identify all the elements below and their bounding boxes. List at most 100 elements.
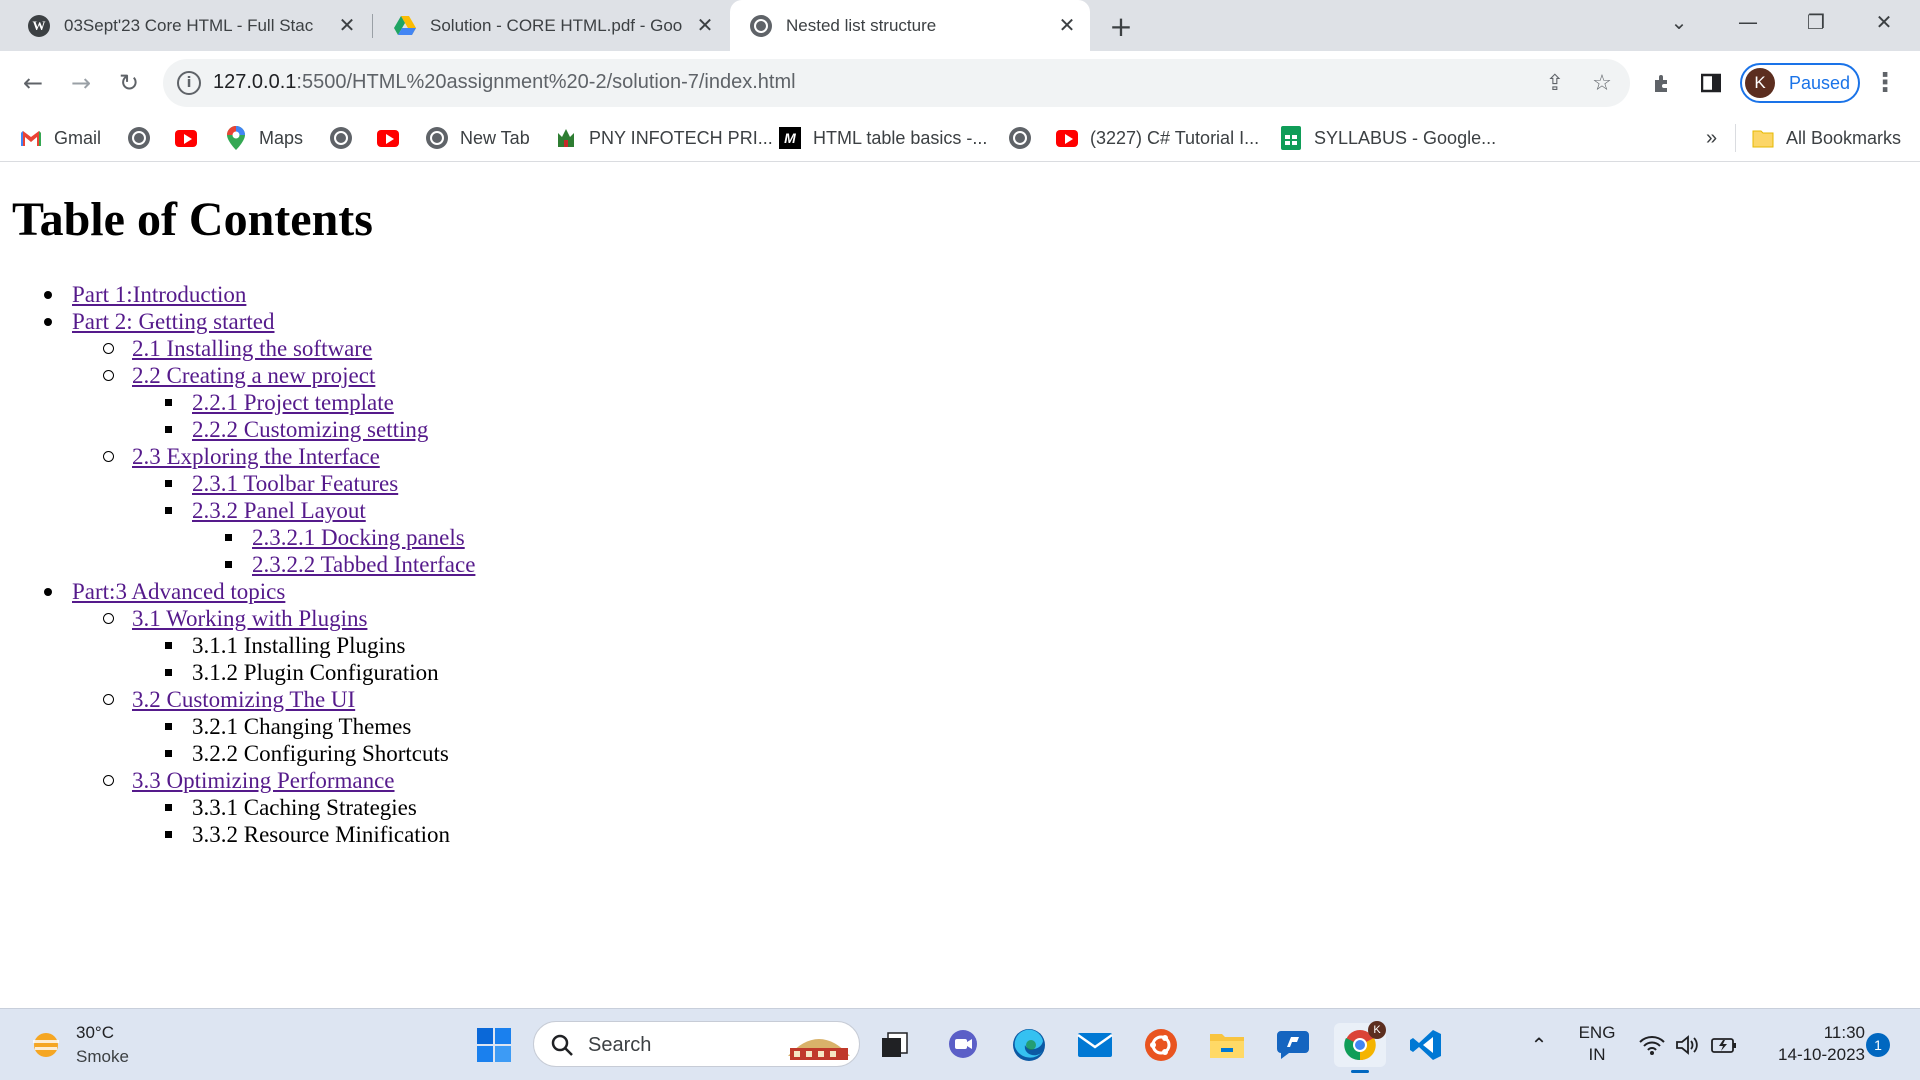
bookmark-star-icon[interactable]: ☆ xyxy=(1588,69,1616,97)
back-button[interactable]: ← xyxy=(14,64,52,102)
tab-search-button[interactable]: ⌄ xyxy=(1653,0,1705,44)
bookmark-globe-3[interactable] xyxy=(1009,124,1043,152)
bullet-marker xyxy=(158,713,178,740)
url-text[interactable]: 127.0.0.1:5500/HTML%20assignment%20-2/so… xyxy=(213,71,796,94)
bookmark-html-table-basics[interactable]: M HTML table basics -... xyxy=(779,124,987,152)
bookmark-label: Maps xyxy=(259,127,304,148)
bookmark-syllabus[interactable]: SYLLABUS - Google... xyxy=(1280,124,1496,152)
url-path: :5500/HTML%20assignment%20-2/solution-7/… xyxy=(296,71,796,93)
weather-condition[interactable]: Smoke xyxy=(76,1047,129,1067)
toc-link[interactable]: 2.3.2.1 Docking panels xyxy=(252,525,465,550)
chrome-icon[interactable]: K xyxy=(1334,1021,1386,1073)
page-content: Table of Contents Part 1:Introduction Par… xyxy=(0,163,1920,1008)
show-hidden-icons-chevron-up-icon[interactable]: ⌃ xyxy=(1517,1023,1561,1067)
toc-link[interactable]: 2.1 Installing the software xyxy=(132,336,372,361)
toc-link[interactable]: 2.3.2 Panel Layout xyxy=(192,498,366,523)
bookmark-youtube-1[interactable] xyxy=(175,124,209,152)
pny-icon xyxy=(555,127,577,149)
toc-link[interactable]: 2.3.1 Toolbar Features xyxy=(192,471,398,496)
toc-link[interactable]: 3.3 Optimizing Performance xyxy=(132,768,395,793)
toc-link[interactable]: Part 2: Getting started xyxy=(72,309,275,334)
toc-link[interactable]: 2.3.2.2 Tabbed Interface xyxy=(252,552,475,577)
language-top: ENG xyxy=(1578,1023,1616,1042)
address-bar[interactable]: i 127.0.0.1:5500/HTML%20assignment%20-2/… xyxy=(163,59,1630,107)
bookmark-new-tab[interactable]: New Tab xyxy=(426,124,530,152)
bullet-marker xyxy=(158,470,178,497)
ubuntu-icon[interactable] xyxy=(1139,1023,1183,1067)
bookmark-youtube-2[interactable] xyxy=(377,124,411,152)
close-icon[interactable]: ✕ xyxy=(690,11,720,41)
edge-icon[interactable] xyxy=(1007,1023,1051,1067)
side-panel-icon[interactable] xyxy=(1692,64,1730,102)
bookmark-maps[interactable]: Maps xyxy=(225,124,303,152)
language-indicator[interactable]: ENG IN xyxy=(1572,1023,1622,1065)
bookmark-pny-infotech[interactable]: PNY INFOTECH PRI... xyxy=(555,124,773,152)
toc-link[interactable]: 2.2.2 Customizing setting xyxy=(192,417,428,442)
minimize-button[interactable]: — xyxy=(1722,0,1774,44)
more-bookmarks-button[interactable]: » xyxy=(1706,124,1717,152)
bullet-marker xyxy=(98,443,118,470)
toc-link[interactable]: 2.2.1 Project template xyxy=(192,390,394,415)
profile-button[interactable]: K Paused xyxy=(1740,63,1860,103)
page-title: Table of Contents xyxy=(12,193,373,246)
bookmark-gmail[interactable]: Gmail xyxy=(20,124,101,152)
site-info-icon[interactable]: i xyxy=(177,71,201,95)
all-bookmarks-folder[interactable]: All Bookmarks xyxy=(1752,124,1901,152)
extensions-icon[interactable] xyxy=(1644,64,1682,102)
list-item: 2.1 Installing the software xyxy=(132,335,372,362)
bookmark-csharp-tutorial[interactable]: (3227) C# Tutorial I... xyxy=(1056,124,1259,152)
list-item: 2.2 Creating a new project xyxy=(132,362,375,389)
menu-icon[interactable]: ⋮ xyxy=(1866,64,1904,102)
tab-nested-list[interactable]: Nested list structure ✕ xyxy=(730,0,1090,51)
close-icon[interactable]: ✕ xyxy=(1052,11,1082,41)
toc-link[interactable]: Part:3 Advanced topics xyxy=(72,579,285,604)
forward-button[interactable]: → xyxy=(62,64,100,102)
taskbar-search[interactable]: Search xyxy=(533,1021,860,1067)
start-icon[interactable] xyxy=(472,1023,516,1067)
bookmark-globe-2[interactable] xyxy=(330,124,364,152)
gmail-icon xyxy=(20,127,42,149)
bookmark-label: (3227) C# Tutorial I... xyxy=(1090,127,1260,148)
task-view-icon[interactable] xyxy=(872,1023,916,1067)
file-explorer-icon[interactable] xyxy=(1205,1023,1249,1067)
restore-button[interactable]: ❐ xyxy=(1790,0,1842,44)
maps-icon xyxy=(225,126,247,150)
search-highlight-icon xyxy=(784,1026,854,1068)
clock[interactable]: 11:30 14-10-2023 xyxy=(1755,1023,1865,1065)
list-item: Part:3 Advanced topics xyxy=(72,578,285,605)
remote-support-icon[interactable] xyxy=(1271,1023,1315,1067)
bullet-marker xyxy=(158,659,178,686)
avatar: K xyxy=(1745,68,1775,98)
bookmark-globe-1[interactable] xyxy=(128,124,162,152)
share-icon[interactable]: ⇪ xyxy=(1541,69,1569,97)
wordpress-icon: W xyxy=(28,14,50,37)
toc-link[interactable]: 3.1 Working with Plugins xyxy=(132,606,367,631)
toc-link[interactable]: 2.3 Exploring the Interface xyxy=(132,444,380,469)
close-icon[interactable]: ✕ xyxy=(332,11,362,41)
tab-solution-pdf[interactable]: Solution - CORE HTML.pdf - Goo ✕ xyxy=(374,0,728,51)
tab-core-html[interactable]: W 03Sept'23 Core HTML - Full Stac ✕ xyxy=(8,0,370,51)
toc-link[interactable]: 3.2 Customizing The UI xyxy=(132,687,355,712)
list-item: 2.3.1 Toolbar Features xyxy=(192,470,398,497)
battery-icon[interactable] xyxy=(1702,1023,1746,1067)
toc-link[interactable]: 2.2 Creating a new project xyxy=(132,363,375,388)
tab-title: Nested list structure xyxy=(786,15,937,35)
globe-icon xyxy=(750,14,772,37)
bookmark-label: HTML table basics -... xyxy=(813,127,988,148)
toc-link[interactable]: Part 1:Introduction xyxy=(72,282,246,307)
reload-button[interactable]: ↻ xyxy=(110,64,148,102)
bullet-marker xyxy=(158,740,178,767)
close-window-button[interactable]: ✕ xyxy=(1858,0,1910,44)
list-item: 2.3.2.2 Tabbed Interface xyxy=(252,551,475,578)
weather-temperature[interactable]: 30°C xyxy=(76,1023,114,1043)
mail-icon[interactable] xyxy=(1073,1023,1117,1067)
bookmark-label: SYLLABUS - Google... xyxy=(1314,127,1497,148)
weather-icon[interactable] xyxy=(24,1023,68,1067)
new-tab-button[interactable]: + xyxy=(1105,10,1137,43)
vscode-icon[interactable] xyxy=(1404,1023,1448,1067)
bookmark-label: PNY INFOTECH PRI... xyxy=(589,127,773,148)
bookmark-label: New Tab xyxy=(460,127,530,148)
chat-icon[interactable] xyxy=(941,1023,985,1067)
notification-badge[interactable]: 1 xyxy=(1866,1033,1890,1057)
bullet-marker xyxy=(98,767,118,794)
